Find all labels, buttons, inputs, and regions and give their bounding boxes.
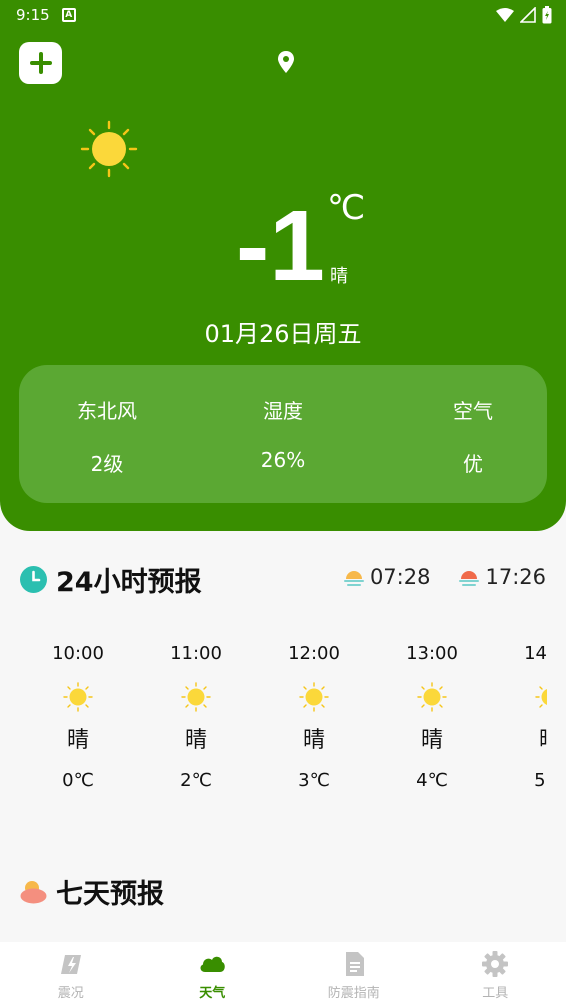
hour-item: 14:00 晴 5℃ — [491, 640, 547, 791]
sun-times: 07:28 17:26 — [343, 565, 546, 589]
weather-hero: -1 ℃ 晴 01月26日周五 东北风 2级 湿度 26% 空气 优 — [0, 30, 566, 531]
wifi-icon — [496, 8, 514, 22]
weekly-forecast-header: 七天预报 — [20, 872, 164, 911]
hour-item: 13:00 晴 4℃ — [373, 640, 491, 791]
plus-icon — [29, 52, 52, 74]
air-quality-value: 优 — [463, 452, 483, 476]
hour-condition: 晴 — [184, 728, 207, 753]
hour-temperature: 2℃ — [180, 770, 212, 791]
quake-icon — [60, 955, 81, 974]
hour-time: 13:00 — [406, 643, 458, 664]
signal-icon — [520, 7, 536, 23]
wind-stat: 东北风 2级 — [37, 395, 177, 477]
current-condition: 晴 — [330, 266, 348, 287]
nav-item-weather[interactable]: 天气 — [142, 942, 284, 1008]
gear-icon — [482, 951, 509, 977]
hour-item: 11:00 晴 2℃ — [137, 640, 255, 791]
location-icon[interactable] — [276, 50, 296, 74]
sun-cloud-icon — [20, 881, 47, 904]
nav-item-tools[interactable]: 工具 — [425, 942, 566, 1008]
nav-item-quake[interactable]: 震况 — [0, 942, 142, 1008]
hour-time: 11:00 — [170, 643, 222, 664]
wind-label: 东北风 — [77, 399, 137, 423]
air-quality-stat: 空气 优 — [403, 395, 543, 477]
wind-value: 2级 — [90, 452, 124, 476]
nav-label: 天气 — [199, 986, 226, 1001]
nav-label: 工具 — [482, 986, 509, 1001]
hour-temperature: 0℃ — [62, 770, 94, 791]
hour-item: 10:00 晴 0℃ — [19, 640, 137, 791]
hour-condition: 晴 — [420, 728, 443, 753]
sunrise-time: 07:28 — [369, 565, 431, 589]
sunrise-icon — [343, 571, 364, 586]
add-city-button[interactable] — [19, 42, 62, 84]
hourly-forecast-header: 24小时预报 — [20, 560, 202, 599]
hour-condition: 晴 — [66, 728, 89, 753]
sun-icon — [417, 682, 447, 712]
current-temperature: -1 — [236, 190, 325, 302]
sun-icon — [63, 682, 93, 712]
cloud-icon — [200, 956, 226, 972]
bottom-nav: 震况 天气 防震指南 工具 — [0, 942, 566, 1008]
hour-time: 14:00 — [524, 643, 547, 664]
document-icon — [345, 952, 364, 976]
sun-icon — [299, 682, 329, 712]
hour-temperature: 5℃ — [534, 770, 547, 791]
sun-icon — [80, 120, 138, 178]
temperature-unit: ℃ — [327, 188, 366, 228]
hour-item: 12:00 晴 3℃ — [255, 640, 373, 791]
notification-icon: A — [61, 8, 76, 22]
sunset-time: 17:26 — [485, 565, 546, 589]
hour-temperature: 3℃ — [298, 770, 330, 791]
sun-icon — [181, 682, 211, 712]
battery-icon — [542, 6, 552, 24]
air-quality-label: 空气 — [453, 399, 493, 423]
weather-stats-card: 东北风 2级 湿度 26% 空气 优 — [19, 365, 547, 503]
nav-item-guide[interactable]: 防震指南 — [283, 942, 425, 1008]
nav-label: 震况 — [57, 986, 84, 1001]
hour-time: 12:00 — [288, 643, 340, 664]
weekly-forecast-title: 七天预报 — [56, 879, 164, 910]
hour-temperature: 4℃ — [416, 770, 448, 791]
current-date: 01月26日周五 — [204, 320, 362, 348]
status-icons — [496, 6, 552, 24]
status-bar: 9:15 A — [0, 0, 566, 30]
status-time: 9:15 — [16, 6, 50, 24]
sunset: 17:26 — [458, 565, 546, 589]
hourly-forecast-list[interactable]: 10:00 晴 0℃ 11:00 晴 2℃ 12:00 晴 3℃ 13:00 晴… — [19, 640, 547, 810]
humidity-label: 湿度 — [263, 399, 303, 423]
sunrise: 07:28 — [343, 565, 431, 589]
hourly-forecast-title: 24小时预报 — [56, 567, 202, 598]
hour-condition: 晴 — [302, 728, 325, 753]
clock-icon — [20, 566, 47, 593]
humidity-stat: 湿度 26% — [213, 395, 353, 472]
sun-icon — [535, 686, 547, 708]
hour-time: 10:00 — [52, 643, 104, 664]
hour-condition: 晴 — [491, 726, 547, 756]
nav-label: 防震指南 — [327, 986, 380, 1001]
sunset-icon — [459, 571, 480, 586]
humidity-value: 26% — [260, 448, 306, 472]
